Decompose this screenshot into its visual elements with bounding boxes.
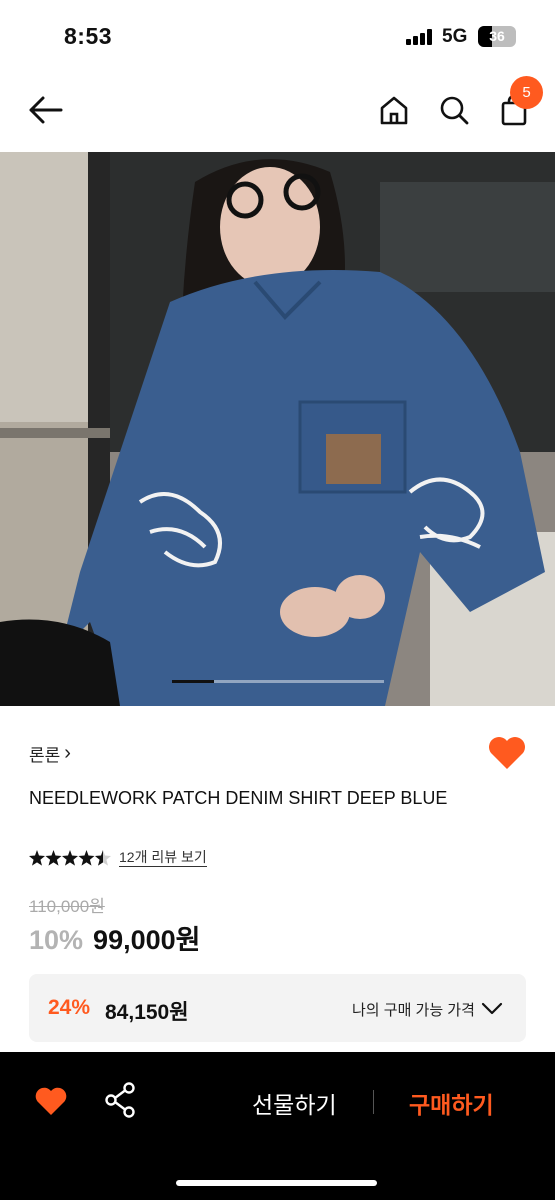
stars-icon <box>29 849 111 866</box>
discount-rate: 10% <box>29 925 84 955</box>
heart-icon <box>489 737 525 769</box>
price-row: 10% 99,000원 <box>29 918 200 957</box>
my-discount-rate: 24% <box>48 996 91 1019</box>
original-price: 110,000원 <box>29 897 105 916</box>
heart-icon <box>35 1087 67 1115</box>
network-label: 5G <box>442 26 468 47</box>
product-photo[interactable] <box>0 152 555 706</box>
brand-name: 론론 <box>29 746 61 765</box>
chevron-right-icon: › <box>64 742 71 764</box>
product-photo-illustration <box>0 152 555 706</box>
share-icon <box>105 1082 135 1118</box>
review-link[interactable]: 12개 리뷰 보기 <box>119 848 207 867</box>
my-price: 84,150원 <box>105 1001 189 1024</box>
my-price-dropdown[interactable]: 24% 84,150원 나의 구매 가능 가격 <box>29 974 526 1042</box>
my-price-label: 나의 구매 가능 가격 <box>352 1002 475 1019</box>
carousel-indicator <box>172 680 384 683</box>
chevron-down-icon <box>481 1002 503 1015</box>
divider <box>373 1090 374 1114</box>
home-indicator <box>176 1180 377 1186</box>
bottom-action-bar: 선물하기 구매하기 <box>0 1052 555 1200</box>
top-nav <box>0 80 555 140</box>
brand-link[interactable]: 론론 › <box>29 741 71 766</box>
search-icon <box>440 96 469 125</box>
status-bar: 8:53 5G 36 <box>0 0 555 70</box>
gift-button[interactable]: 선물하기 <box>252 1086 337 1120</box>
home-button[interactable] <box>374 90 414 130</box>
battery-label: 36 <box>489 28 505 44</box>
sale-price: 99,000원 <box>93 925 201 955</box>
buy-button[interactable]: 구매하기 <box>409 1086 494 1120</box>
share-button[interactable] <box>104 1082 136 1118</box>
carousel-indicator-active <box>172 680 215 683</box>
home-icon <box>380 96 408 125</box>
arrow-left-icon <box>29 96 63 124</box>
signal-icon <box>406 29 434 45</box>
like-button[interactable] <box>34 1085 68 1117</box>
search-button[interactable] <box>434 90 474 130</box>
battery-icon: 36 <box>478 26 516 47</box>
rating-row: 12개 리뷰 보기 <box>29 848 207 867</box>
star-rating <box>29 849 111 866</box>
status-time: 8:53 <box>64 23 113 49</box>
product-title: NEEDLEWORK PATCH DENIM SHIRT DEEP BLUE <box>29 788 448 808</box>
cart-count-badge: 5 <box>510 76 543 109</box>
wishlist-button[interactable] <box>487 734 527 772</box>
back-button[interactable] <box>26 90 66 130</box>
